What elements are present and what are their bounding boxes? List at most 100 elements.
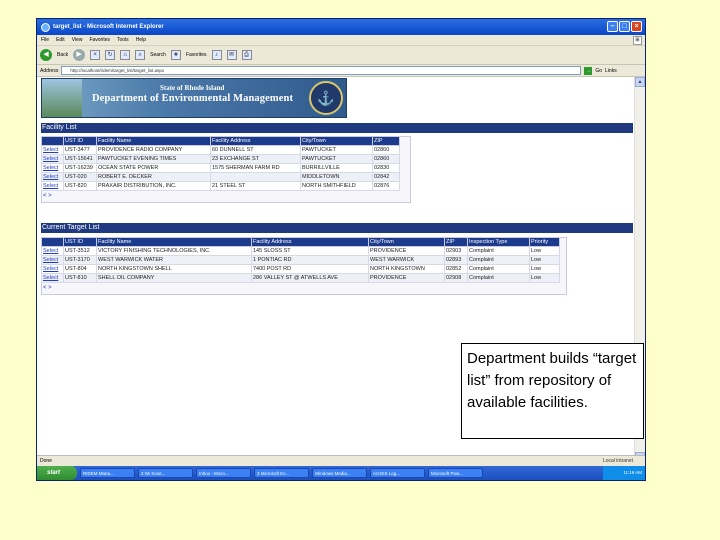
col-zip: ZIP — [372, 136, 400, 146]
back-arrow-icon[interactable]: ◀ — [40, 49, 52, 61]
links-button[interactable]: Links — [605, 68, 617, 74]
address-label: Address — [40, 67, 59, 74]
favorites-star-icon[interactable]: ★ — [170, 50, 181, 60]
favorites-label[interactable]: Favorites — [186, 52, 207, 58]
cell-inspection-type: Complaint — [467, 246, 530, 256]
search-label[interactable]: Search — [150, 52, 166, 58]
address-input[interactable]: http://localhost/ridem/target_list/targe… — [61, 66, 582, 75]
go-button[interactable]: Go — [595, 68, 602, 74]
maximize-button[interactable]: □ — [619, 21, 630, 32]
cell-priority: Low — [529, 264, 560, 274]
cell-facility-name: PRAXAIR DISTRIBUTION, INC. — [96, 181, 211, 191]
cell-address: 23 EXCHANGE ST — [210, 154, 301, 164]
select-link[interactable]: Select — [41, 172, 64, 182]
close-button[interactable]: × — [631, 21, 642, 32]
cell-ust-id: UST-3170 — [63, 255, 97, 265]
cell-facility-name: NORTH KINGSTOWN SHELL — [96, 264, 252, 274]
home-icon[interactable]: ⌂ — [120, 50, 131, 60]
cell-address: 1 PONTIAC RD — [251, 255, 369, 265]
cell-facility-name: ROBERT E. DECKER — [96, 172, 211, 182]
cell-zip: 02830 — [372, 163, 400, 173]
target-pager[interactable]: < > — [43, 285, 52, 291]
col-facility-address: Facility Address — [251, 237, 369, 247]
taskbar-item[interactable]: RIDEM Mana... — [80, 468, 135, 478]
col-city: City/Town — [368, 237, 445, 247]
start-button[interactable]: start — [37, 466, 77, 480]
cell-city: NORTH SMITHFIELD — [300, 181, 373, 191]
col-ust-id: UST ID — [63, 136, 97, 146]
select-link[interactable]: Select — [41, 163, 64, 173]
menu-bar: File Edit View Favorites Tools Help ⊞ — [37, 35, 645, 46]
table-row: Select UST-3512 VICTORY FINISHING TECHNO… — [41, 246, 560, 256]
cell-facility-name: OCEAN STATE POWER — [96, 163, 211, 173]
scroll-up-icon[interactable]: ▲ — [635, 77, 645, 87]
table-row: Select UST-15641 PAWTUCKET EVENING TIMES… — [41, 154, 400, 164]
select-link[interactable]: Select — [41, 181, 64, 191]
taskbar: start RIDEM Mana... 2 Wi Solut... Inbox … — [37, 466, 645, 480]
window-controls: – □ × — [607, 21, 642, 32]
menu-view[interactable]: View — [72, 37, 83, 43]
refresh-icon[interactable]: ↻ — [105, 50, 116, 60]
cell-city: NORTH KINGSTOWN — [368, 264, 445, 274]
taskbar-item[interactable]: 3 Microsoft Ex... — [254, 468, 309, 478]
select-link[interactable]: Select — [41, 246, 64, 256]
landscape-image — [42, 79, 82, 117]
select-link[interactable]: Select — [41, 255, 64, 265]
search-icon[interactable]: ⌕ — [135, 50, 146, 60]
cell-address: 145 SLOSS ST — [251, 246, 369, 256]
col-facility-address: Facility Address — [210, 136, 301, 146]
taskbar-item[interactable]: Windows Media... — [312, 468, 367, 478]
cell-priority: Low — [529, 273, 560, 283]
cell-address — [210, 172, 301, 182]
cell-address: 60 DUNNELL ST — [210, 145, 301, 155]
media-icon[interactable]: ♪ — [211, 50, 222, 60]
select-link[interactable]: Select — [41, 145, 64, 155]
menu-favorites[interactable]: Favorites — [89, 37, 110, 43]
taskbar-item[interactable]: ArcGIS Log... — [370, 468, 425, 478]
system-clock: 11:19 AM — [603, 466, 645, 480]
col-select — [41, 136, 64, 146]
taskbar-item[interactable]: Inbox - Micro... — [196, 468, 251, 478]
cell-facility-name: WEST WARWICK WATER — [96, 255, 252, 265]
facility-pager[interactable]: < > — [43, 193, 52, 199]
cell-ust-id: UST-820 — [63, 181, 97, 191]
cell-city: PROVIDENCE — [368, 273, 445, 283]
taskbar-item[interactable]: Microsoft Pow... — [428, 468, 483, 478]
cell-ust-id: UST-3477 — [63, 145, 97, 155]
col-inspection-type: Inspection Type — [467, 237, 530, 247]
cell-city: BURRILLVILLE — [300, 163, 373, 173]
cell-address: 286 VALLEY ST @ ATWELLS AVE — [251, 273, 369, 283]
ie-icon — [41, 22, 50, 32]
target-table: UST ID Facility Name Facility Address Ci… — [41, 237, 560, 283]
cell-facility-name: SHELL OIL COMPANY — [96, 273, 252, 283]
menu-help[interactable]: Help — [136, 37, 146, 43]
col-city: City/Town — [300, 136, 373, 146]
taskbar-item[interactable]: 2 Wi Solut... — [138, 468, 193, 478]
cell-ust-id: UST-804 — [63, 264, 97, 274]
stop-icon[interactable]: × — [90, 50, 101, 60]
col-select — [41, 237, 64, 247]
cell-facility-name: PROVIDENCE RADIO COMPANY — [96, 145, 211, 155]
go-area: → Go Links — [584, 66, 617, 75]
minimize-button[interactable]: – — [607, 21, 618, 32]
print-icon[interactable]: ⎙ — [241, 50, 252, 60]
cell-zip: 02903 — [444, 246, 468, 256]
menu-edit[interactable]: Edit — [56, 37, 65, 43]
cell-zip: 02893 — [444, 255, 468, 265]
cell-zip: 02860 — [372, 145, 400, 155]
go-arrow-icon[interactable]: → — [584, 66, 593, 75]
menu-tools[interactable]: Tools — [117, 37, 129, 43]
banner-state: State of Rhode Island — [160, 84, 225, 92]
cell-address: 1575 SHERMAN FARM RD — [210, 163, 301, 173]
back-label[interactable]: Back — [57, 52, 68, 58]
select-link[interactable]: Select — [41, 273, 64, 283]
menu-file[interactable]: File — [41, 37, 49, 43]
cell-facility-name: PAWTUCKET EVENING TIMES — [96, 154, 211, 164]
cell-facility-name: VICTORY FINISHING TECHNOLOGIES, INC. — [96, 246, 252, 256]
cell-inspection-type: Complaint — [467, 273, 530, 283]
mail-icon[interactable]: ✉ — [226, 50, 237, 60]
table-row: Select UST-020 ROBERT E. DECKER MIDDLETO… — [41, 172, 400, 182]
forward-arrow-icon[interactable]: ▶ — [73, 49, 86, 61]
select-link[interactable]: Select — [41, 264, 64, 274]
select-link[interactable]: Select — [41, 154, 64, 164]
